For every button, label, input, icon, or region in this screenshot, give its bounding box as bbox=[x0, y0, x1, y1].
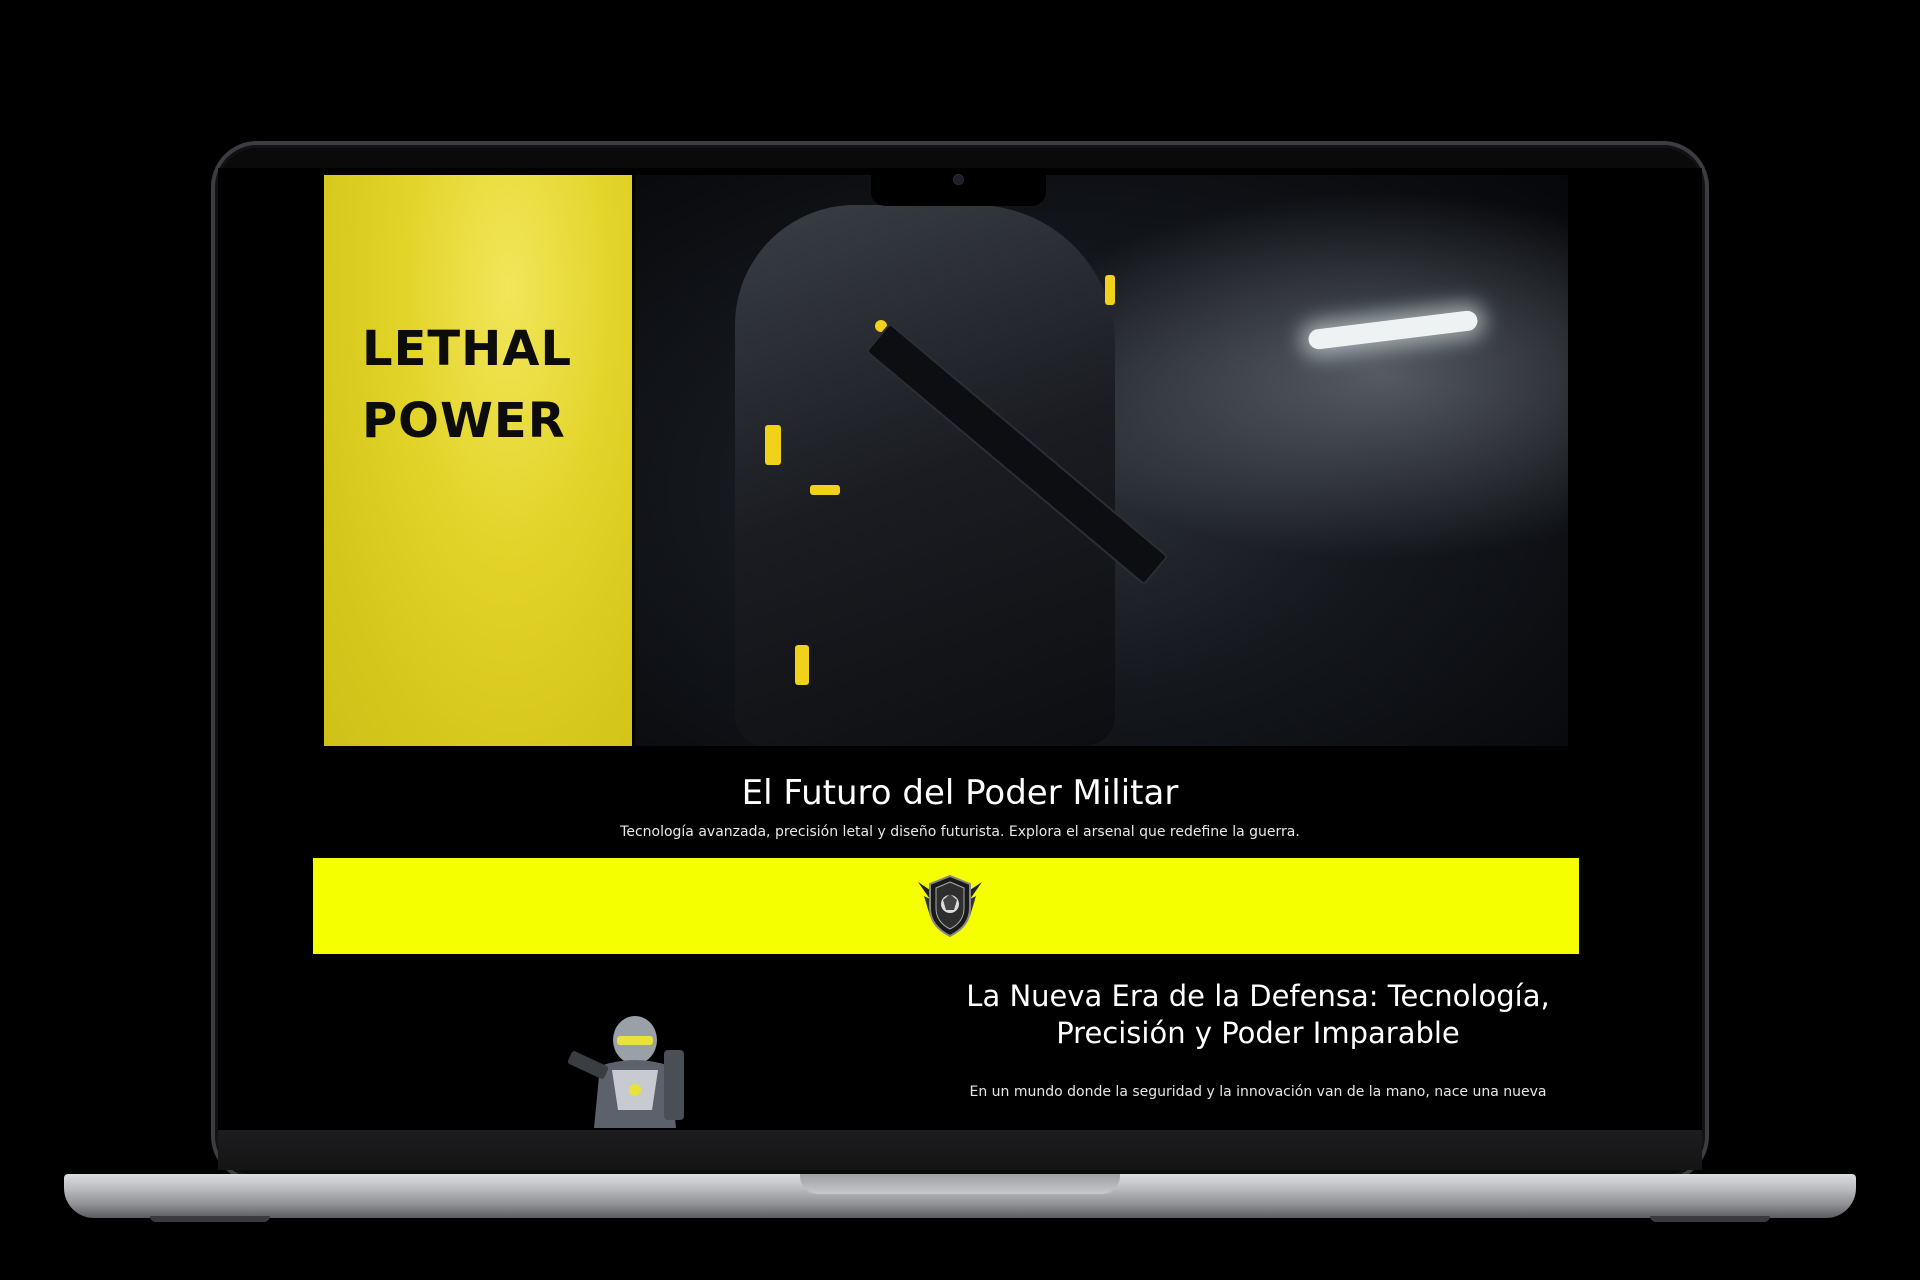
hero-yellow-panel: LETHAL POWER bbox=[324, 175, 632, 746]
section2-heading-line2: Precisión y Poder Imparable bbox=[1056, 1016, 1460, 1050]
hero-title-line1: LETHAL bbox=[362, 321, 573, 377]
hero-title-line2: POWER bbox=[362, 393, 566, 449]
screen-bottom-bezel bbox=[218, 1130, 1702, 1170]
hero-title: LETHAL POWER bbox=[362, 313, 572, 457]
intro-subtitle: Tecnología avanzada, precisión letal y d… bbox=[620, 824, 1300, 840]
hero-section: LETHAL POWER bbox=[324, 175, 1568, 746]
yellow-banner bbox=[313, 858, 1579, 954]
robot-accent-light bbox=[765, 425, 781, 465]
laptop-hinge-notch bbox=[800, 1174, 1120, 1194]
laptop-foot-right bbox=[1650, 1216, 1770, 1222]
section2-body: En un mundo donde la seguridad y la inno… bbox=[969, 1084, 1547, 1100]
section2-heading: La Nueva Era de la Defensa: Tecnología, … bbox=[948, 978, 1568, 1052]
soldier-image bbox=[567, 1016, 684, 1128]
laptop-foot-left bbox=[150, 1216, 270, 1222]
section2-heading-line1: La Nueva Era de la Defensa: Tecnología, bbox=[966, 979, 1550, 1013]
robot-accent-light bbox=[810, 485, 840, 495]
background-light bbox=[1307, 309, 1479, 351]
camera-notch bbox=[871, 168, 1046, 206]
robot-accent-light bbox=[1105, 275, 1115, 305]
robot-soldier-image bbox=[635, 175, 1568, 746]
laptop-screen: LETHAL POWER El Futuro del Poder Militar… bbox=[218, 168, 1702, 1130]
intro-title: El Futuro del Poder Militar bbox=[741, 773, 1179, 813]
robot-accent-light bbox=[795, 645, 809, 685]
emblem-icon bbox=[918, 874, 982, 938]
camera-icon bbox=[953, 174, 964, 185]
